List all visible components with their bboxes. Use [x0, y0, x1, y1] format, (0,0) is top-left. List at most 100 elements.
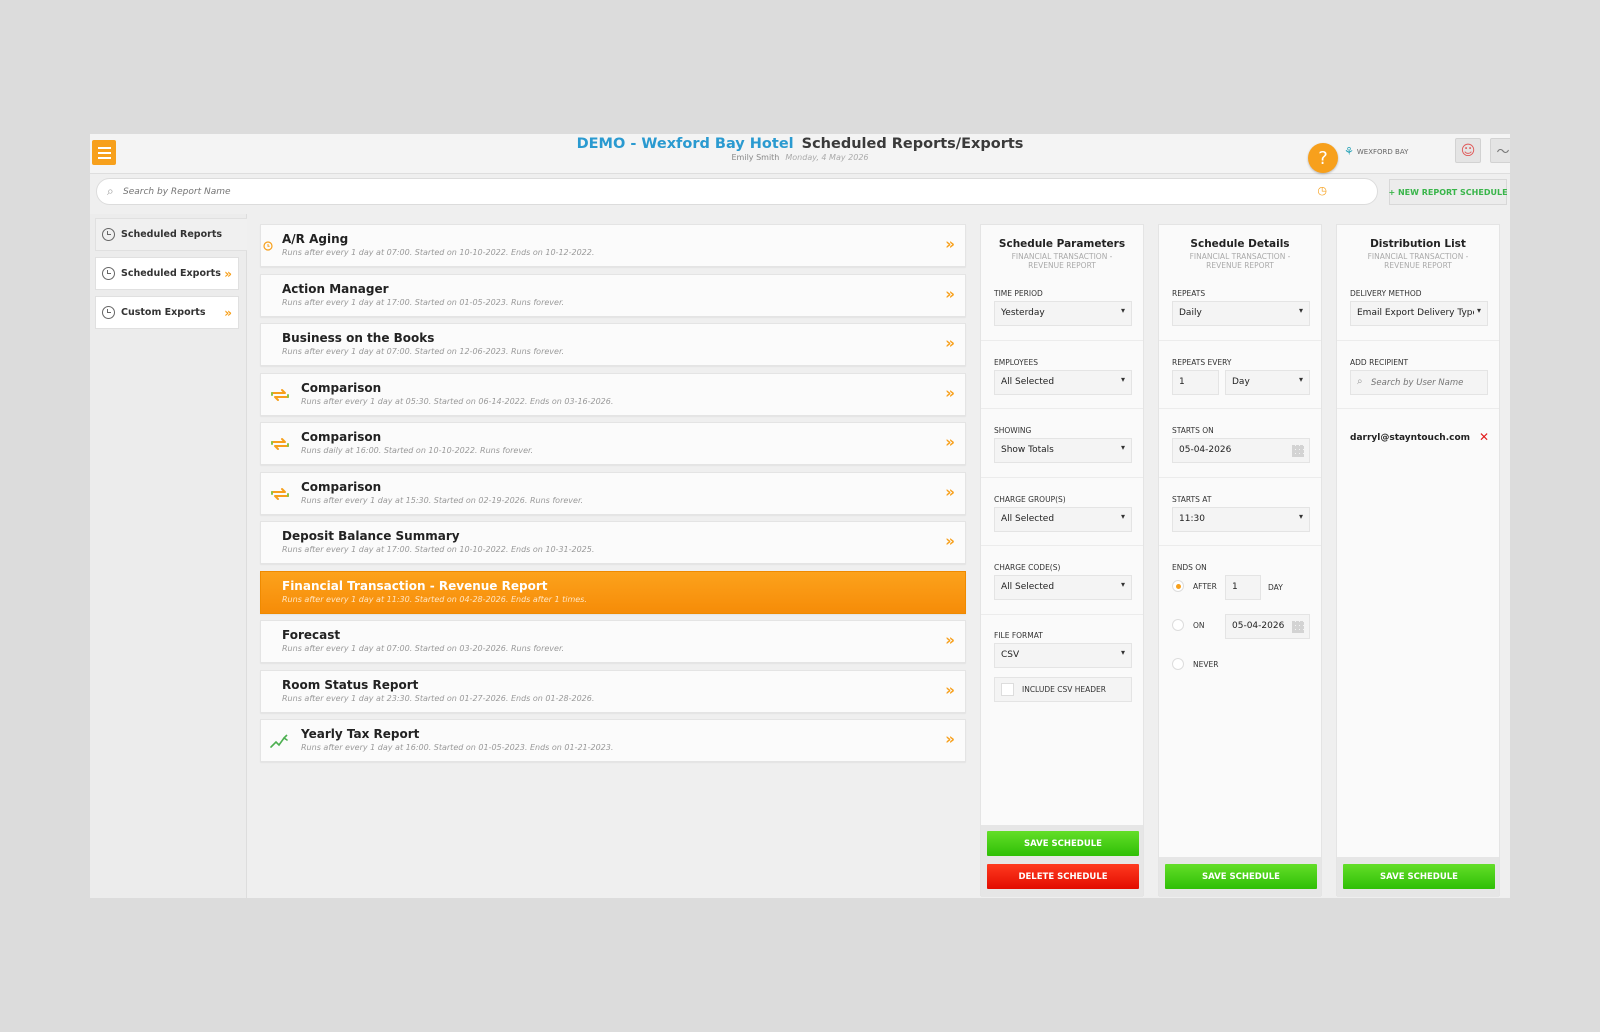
- ends-on-date-input[interactable]: 05-04-2026: [1225, 614, 1310, 639]
- ends-after-count-input[interactable]: 1: [1225, 575, 1261, 600]
- delete-schedule-button[interactable]: DELETE SCHEDULE: [987, 864, 1139, 889]
- charge-groups-label: CHARGE GROUP(S): [994, 495, 1066, 504]
- schedule-details-panel: Schedule Details FINANCIAL TRANSACTION -…: [1158, 224, 1322, 897]
- charge-groups-select[interactable]: All Selected ▾: [994, 507, 1132, 532]
- file-format-select[interactable]: CSV ▾: [994, 643, 1132, 668]
- starts-on-date-input[interactable]: 05-04-2026: [1172, 438, 1310, 463]
- repeats-label: REPEATS: [1172, 289, 1206, 298]
- search-icon: ⌕: [1357, 376, 1363, 387]
- divider: [1159, 477, 1321, 478]
- chevron-right-icon[interactable]: »: [945, 384, 955, 402]
- clock-icon[interactable]: ◷: [1317, 184, 1327, 197]
- report-schedule-summary: Runs after every 1 day at 23:30. Started…: [282, 694, 595, 703]
- top-header: DEMO - Wexford Bay Hotel Scheduled Report…: [90, 134, 1510, 174]
- help-button[interactable]: ?: [1308, 143, 1338, 173]
- report-row[interactable]: Comparison Runs after every 1 day at 15:3…: [260, 472, 966, 515]
- showing-label: SHOWING: [994, 426, 1032, 435]
- activity-icon[interactable]: 〜: [1490, 138, 1510, 163]
- report-row[interactable]: Comparison Runs after every 1 day at 05:3…: [260, 373, 966, 416]
- report-row[interactable]: Action Manager Runs after every 1 day at …: [260, 274, 966, 317]
- chevron-right-icon[interactable]: »: [945, 235, 955, 253]
- caret-down-icon: ▾: [1120, 512, 1125, 521]
- save-schedule-button[interactable]: SAVE SCHEDULE: [1343, 864, 1495, 889]
- ends-after-radio-row[interactable]: AFTER: [1172, 580, 1217, 592]
- save-schedule-button[interactable]: SAVE SCHEDULE: [1165, 864, 1317, 889]
- chevron-right-icon[interactable]: »: [945, 483, 955, 501]
- sidebar-item-label: Scheduled Exports: [121, 268, 221, 279]
- ends-on-radio[interactable]: [1172, 619, 1184, 631]
- chevron-right-icon[interactable]: »: [945, 334, 955, 352]
- report-row[interactable]: Room Status Report Runs after every 1 day…: [260, 670, 966, 713]
- repeats-every-label: REPEATS EVERY: [1172, 358, 1232, 367]
- include-csv-header-checkbox[interactable]: INCLUDE CSV HEADER: [994, 677, 1132, 702]
- sidebar-item-label: Custom Exports: [121, 307, 206, 318]
- remove-recipient-icon[interactable]: ✕: [1479, 430, 1489, 444]
- report-name: Comparison: [301, 381, 382, 395]
- ends-never-radio[interactable]: [1172, 658, 1184, 670]
- clock-icon: [102, 228, 115, 241]
- sidebar-item-custom-exports[interactable]: Custom Exports »: [95, 296, 239, 329]
- sidebar-item-scheduled-reports[interactable]: Scheduled Reports: [95, 218, 247, 251]
- trend-icon: [269, 730, 291, 752]
- report-schedule-summary: Runs after every 1 day at 17:00. Started…: [282, 298, 565, 307]
- sidebar-item-scheduled-exports[interactable]: Scheduled Exports »: [95, 257, 239, 290]
- ends-after-radio[interactable]: [1172, 580, 1184, 592]
- repeats-every-input[interactable]: 1: [1172, 370, 1219, 395]
- select-value: Show Totals: [1001, 445, 1054, 455]
- report-schedule-summary: Runs after every 1 day at 07:00. Started…: [282, 644, 565, 653]
- report-name: Action Manager: [282, 282, 389, 296]
- sidebar-item-label: Scheduled Reports: [121, 229, 223, 240]
- showing-select[interactable]: Show Totals ▾: [994, 438, 1132, 463]
- sidebar: Scheduled Reports Scheduled Exports » Cu…: [90, 214, 247, 898]
- current-date: Monday, 4 May 2026: [785, 153, 869, 162]
- save-schedule-button[interactable]: SAVE SCHEDULE: [987, 831, 1139, 856]
- starts-at-select[interactable]: 11:30 ▾: [1172, 507, 1310, 532]
- calendar-icon[interactable]: [1292, 621, 1304, 633]
- time-period-select[interactable]: Yesterday ▾: [994, 301, 1132, 326]
- chevron-right-icon[interactable]: »: [945, 433, 955, 451]
- report-name: Room Status Report: [282, 678, 419, 692]
- report-row[interactable]: Business on the Books Runs after every 1 …: [260, 323, 966, 366]
- chevron-right-icon[interactable]: »: [945, 730, 955, 748]
- employees-select[interactable]: All Selected ▾: [994, 370, 1132, 395]
- chevron-right-icon[interactable]: »: [945, 532, 955, 550]
- panel-title: Distribution List: [1370, 238, 1466, 250]
- calendar-icon[interactable]: [1292, 445, 1304, 457]
- chevron-right-icon[interactable]: »: [945, 285, 955, 303]
- ends-never-radio-row[interactable]: NEVER: [1172, 658, 1218, 670]
- chevron-right-icon[interactable]: »: [945, 631, 955, 649]
- repeats-select[interactable]: Daily ▾: [1172, 301, 1310, 326]
- checkbox-label: INCLUDE CSV HEADER: [1022, 685, 1106, 694]
- checkbox-box[interactable]: [1001, 683, 1014, 696]
- report-search-input[interactable]: [123, 183, 1223, 201]
- report-row[interactable]: A/R Aging Runs after every 1 day at 07:00…: [260, 224, 966, 267]
- property-logo-icon: ⚘: [1344, 145, 1354, 158]
- repeats-every-unit-select[interactable]: Day ▾: [1225, 370, 1310, 395]
- report-name: Comparison: [301, 430, 382, 444]
- chat-icon[interactable]: ☺: [1455, 138, 1481, 163]
- time-period-label: TIME PERIOD: [994, 289, 1043, 298]
- report-row[interactable]: Deposit Balance Summary Runs after every …: [260, 521, 966, 564]
- chevron-right-icon[interactable]: »: [945, 681, 955, 699]
- delivery-method-select[interactable]: Email Export Delivery Type ▾: [1350, 301, 1488, 326]
- caret-down-icon: ▾: [1120, 580, 1125, 589]
- delivery-method-label: DELIVERY METHOD: [1350, 289, 1422, 298]
- caret-down-icon: ▾: [1120, 306, 1125, 315]
- select-value: Email Export Delivery Type: [1357, 308, 1479, 318]
- charge-codes-select[interactable]: All Selected ▾: [994, 575, 1132, 600]
- compare-icon: [269, 433, 291, 455]
- report-row[interactable]: Yearly Tax Report Runs after every 1 day …: [260, 719, 966, 762]
- recipient-search-input[interactable]: [1371, 375, 1483, 391]
- divider: [981, 408, 1143, 409]
- report-row[interactable]: Forecast Runs after every 1 day at 07:00.…: [260, 620, 966, 663]
- select-value: Day: [1232, 377, 1250, 387]
- clock-icon: [102, 306, 115, 319]
- report-row[interactable]: Comparison Runs daily at 16:00. Started o…: [260, 422, 966, 465]
- report-row[interactable]: Financial Transaction - Revenue Report Ru…: [260, 571, 966, 614]
- property-logo-text: WEXFORD BAY: [1356, 147, 1409, 156]
- recipient-email: darryl@stayntouch.com: [1350, 433, 1471, 443]
- ends-on-radio-row[interactable]: ON: [1172, 619, 1205, 631]
- starts-at-label: STARTS AT: [1172, 495, 1212, 504]
- new-report-schedule-button[interactable]: + NEW REPORT SCHEDULE: [1388, 179, 1508, 205]
- input-value: 05-04-2026: [1232, 621, 1285, 631]
